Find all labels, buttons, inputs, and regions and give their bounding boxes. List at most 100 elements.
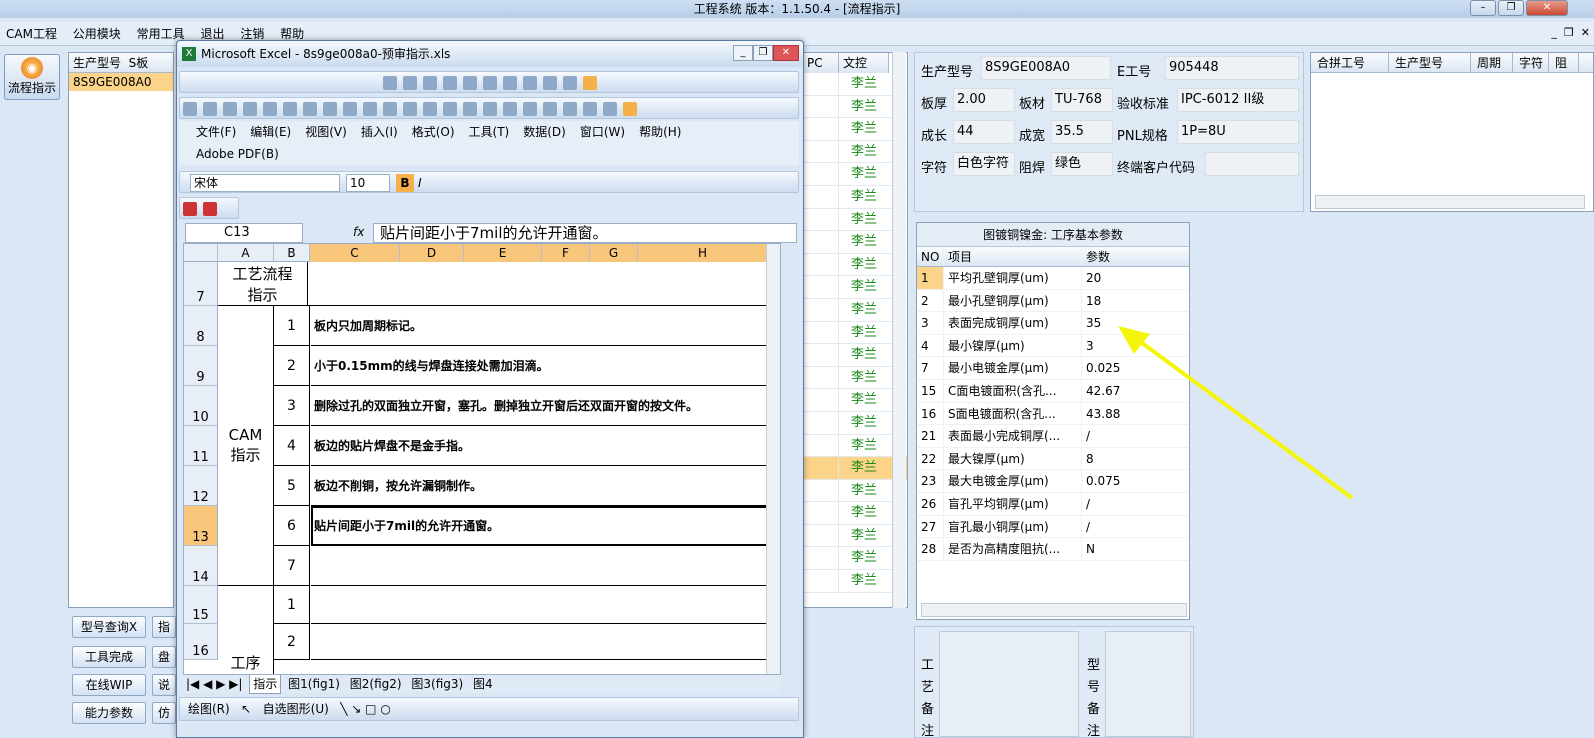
xmenu-format[interactable]: 格式(O): [405, 121, 462, 143]
row-header[interactable]: 14: [184, 546, 218, 586]
col-s[interactable]: S板: [129, 56, 149, 70]
col-header[interactable]: B: [274, 244, 310, 262]
row-header[interactable]: 9: [184, 346, 218, 386]
row-header[interactable]: 10: [184, 386, 218, 426]
col-header[interactable]: F: [542, 244, 590, 262]
xmenu-view[interactable]: 视图(V): [298, 121, 354, 143]
cell-step-no[interactable]: 4: [274, 426, 310, 466]
tab-fig4[interactable]: 图4: [470, 675, 496, 693]
cell-cam-instructions[interactable]: CAM指示: [218, 306, 274, 586]
thickness-field[interactable]: 2.00: [953, 88, 1015, 112]
xmenu-insert[interactable]: 插入(I): [354, 121, 405, 143]
process-remark-field[interactable]: [939, 631, 1079, 737]
tab-fig2[interactable]: 图2(fig2): [347, 675, 405, 693]
material-field[interactable]: TU-768: [1051, 88, 1113, 112]
table-row[interactable]: 8S9GE008A0: [69, 73, 173, 91]
btn-2b[interactable]: 盘: [152, 646, 176, 668]
restore-button[interactable]: ❐: [1498, 0, 1524, 16]
col-header[interactable]: A: [218, 244, 274, 262]
btn-2a[interactable]: 指: [152, 616, 176, 638]
menu-cam[interactable]: CAM工程: [0, 22, 63, 46]
col-header[interactable]: H: [638, 244, 768, 262]
row-header[interactable]: 15: [184, 586, 218, 624]
online-wip-button[interactable]: 在线WIP: [72, 674, 146, 696]
mdi-controls[interactable]: _ ❐ ✕: [1551, 26, 1590, 39]
row-header[interactable]: 11: [184, 426, 218, 466]
xmenu-tools[interactable]: 工具(T): [462, 121, 517, 143]
cell-instruction[interactable]: 板边的贴片焊盘不是金手指。: [311, 426, 780, 466]
cell-instruction[interactable]: 删除过孔的双面独立开窗，塞孔。删掉独立开窗后还双面开窗的按文件。: [311, 386, 780, 426]
tab-fig3[interactable]: 图3(fig3): [408, 675, 466, 693]
scrollbar[interactable]: [921, 603, 1187, 617]
cell-instruction[interactable]: [311, 624, 780, 660]
col-header[interactable]: D: [400, 244, 464, 262]
close-button[interactable]: ✕: [1526, 0, 1568, 16]
name-box[interactable]: C13: [185, 223, 303, 243]
char-field[interactable]: 白色字符: [953, 152, 1015, 176]
cell-step-no[interactable]: 6: [274, 506, 310, 546]
minimize-button[interactable]: –: [1470, 0, 1496, 16]
excel-restore-button[interactable]: ❐: [753, 45, 773, 61]
scrollbar[interactable]: [766, 244, 780, 674]
col-model[interactable]: 生产型号: [1389, 53, 1471, 72]
xmenu-window[interactable]: 窗口(W): [573, 121, 632, 143]
length-field[interactable]: 44: [953, 120, 1015, 144]
col-mask[interactable]: 阻: [1549, 53, 1579, 72]
col-header[interactable]: C: [310, 244, 400, 262]
width-field[interactable]: 35.5: [1051, 120, 1113, 144]
col-char[interactable]: 字符: [1513, 53, 1549, 72]
xmenu-help[interactable]: 帮助(H): [632, 121, 688, 143]
cell-instruction[interactable]: 小于0.15mm的线与焊盘连接处需加泪滴。: [311, 346, 780, 386]
draw-menu[interactable]: 绘图(R): [188, 702, 230, 716]
table-row[interactable]: 2 最小孔壁铜厚(μm) 18: [917, 289, 1189, 313]
cell-instruction[interactable]: 贴片间距小于7mil的允许开通窗。: [311, 506, 780, 546]
row-header[interactable]: 8: [184, 306, 218, 346]
xmenu-adobe[interactable]: Adobe PDF(B): [189, 143, 286, 165]
table-row[interactable]: 28 是否为高精度阻抗(... N: [917, 538, 1189, 561]
tool-complete-button[interactable]: 工具完成: [72, 646, 146, 668]
cell-step-no[interactable]: 5: [274, 466, 310, 506]
cell-instruction[interactable]: [311, 586, 780, 624]
customer-code-field[interactable]: [1205, 152, 1299, 176]
xmenu-file[interactable]: 文件(F): [189, 121, 243, 143]
scrollbar[interactable]: [1315, 195, 1585, 209]
cell-flow-content[interactable]: [274, 262, 780, 306]
xmenu-edit[interactable]: 编辑(E): [243, 121, 298, 143]
col-pc[interactable]: PC: [803, 53, 839, 73]
cell-process[interactable]: 工序: [218, 586, 274, 674]
cell-instruction[interactable]: [311, 546, 780, 586]
pnl-field[interactable]: 1P=8U: [1177, 120, 1299, 144]
model-field[interactable]: 8S9GE008A0: [981, 56, 1111, 80]
flow-indicator-button[interactable]: ◉ 流程指示: [4, 54, 60, 100]
model-remark-field[interactable]: [1105, 631, 1191, 737]
italic-button[interactable]: I: [418, 174, 422, 192]
capability-button[interactable]: 能力参数: [72, 702, 146, 724]
tab-instructions[interactable]: 指示: [249, 675, 282, 694]
xmenu-data[interactable]: 数据(D): [516, 121, 573, 143]
menu-common-module[interactable]: 公用模块: [67, 22, 127, 46]
table-row[interactable]: 27 盲孔最小铜厚(μm) /: [917, 515, 1189, 539]
row-header[interactable]: 16: [184, 624, 218, 660]
cell-instruction[interactable]: 板内只加周期标记。: [311, 306, 780, 346]
formula-bar[interactable]: 贴片间距小于7mil的允许开通窗。: [373, 223, 797, 243]
col-header[interactable]: E: [464, 244, 542, 262]
col-value[interactable]: 参数: [1081, 247, 1181, 266]
row-header[interactable]: 7: [184, 262, 218, 306]
col-no[interactable]: NO: [917, 247, 943, 266]
mask-field[interactable]: 绿色: [1051, 152, 1113, 176]
cell-step-no[interactable]: 2: [274, 624, 310, 660]
row-header[interactable]: 12: [184, 466, 218, 506]
e-field[interactable]: 905448: [1165, 56, 1299, 80]
font-size-select[interactable]: 10: [346, 174, 390, 192]
font-select[interactable]: 宋体: [190, 174, 340, 192]
btn-2c[interactable]: 说: [152, 674, 176, 696]
table-row[interactable]: 1 平均孔壁铜厚(um) 20: [917, 267, 1189, 290]
cell-step-no[interactable]: 2: [274, 346, 310, 386]
btn-2d[interactable]: 仿: [152, 702, 176, 724]
cell-instruction[interactable]: 板边不削铜，按允许漏铜制作。: [311, 466, 780, 506]
col-cycle[interactable]: 周期: [1471, 53, 1513, 72]
standard-field[interactable]: IPC-6012 II级: [1177, 88, 1299, 112]
col-doc[interactable]: 文控: [839, 53, 889, 73]
select-all[interactable]: [184, 244, 218, 262]
excel-close-button[interactable]: ✕: [773, 45, 799, 61]
